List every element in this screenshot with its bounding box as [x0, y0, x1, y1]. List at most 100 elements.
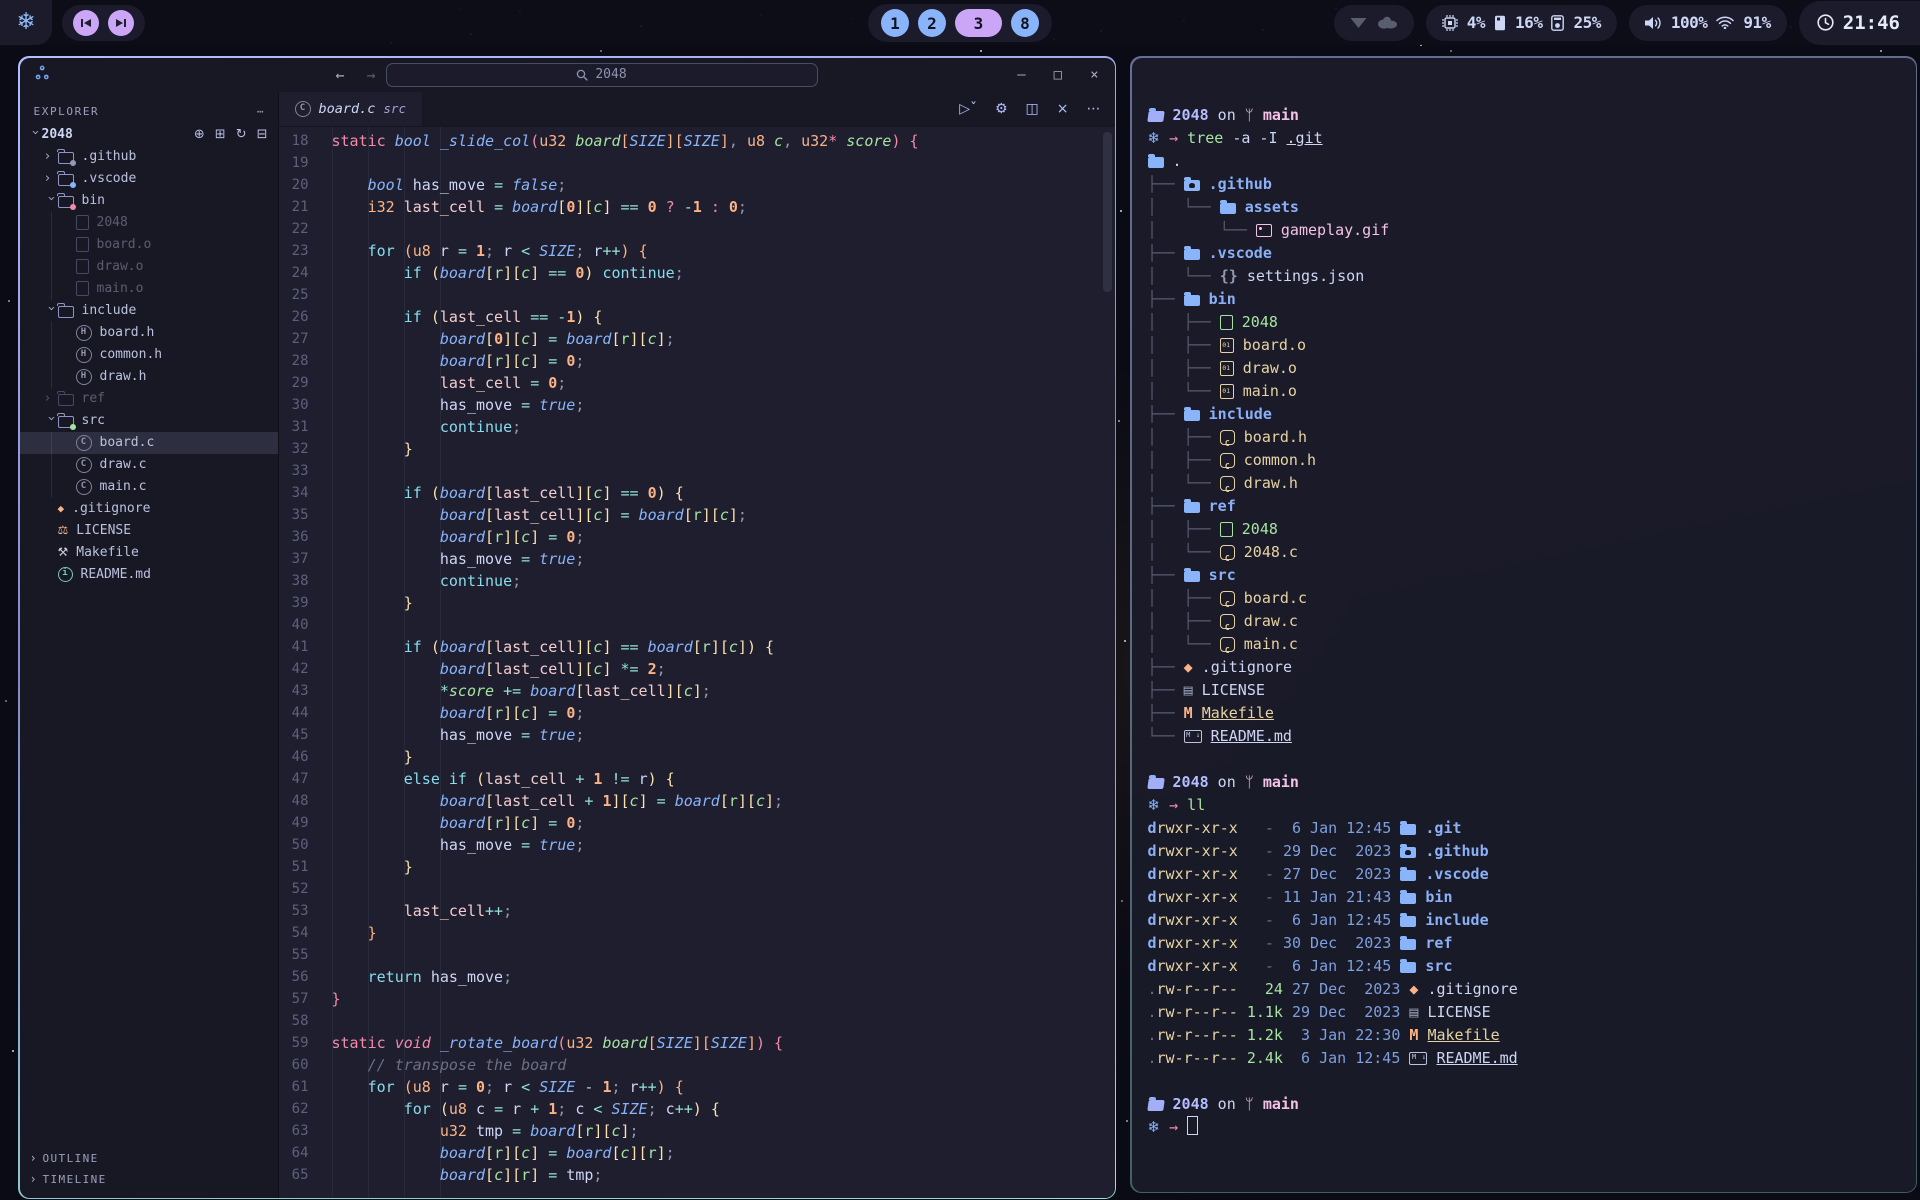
vscode-titlebar[interactable]: ஃ ← → 2048 – □ × — [20, 58, 1115, 92]
code-line-41[interactable]: 41 if (board[last_cell][c] == board[r][c… — [279, 636, 1115, 658]
code-line-25[interactable]: 25 — [279, 284, 1115, 306]
code-line-57[interactable]: 57} — [279, 988, 1115, 1010]
tree-item-2048[interactable]: ›2048⊕⊞↻⊟ — [20, 124, 278, 146]
media-next-button[interactable] — [108, 10, 134, 36]
tree-item-main.o[interactable]: main.o — [20, 278, 278, 300]
code-line-28[interactable]: 28 board[r][c] = 0; — [279, 350, 1115, 372]
code-line-62[interactable]: 62 for (u8 c = r + 1; c < SIZE; c++) { — [279, 1098, 1115, 1120]
code-line-29[interactable]: 29 last_cell = 0; — [279, 372, 1115, 394]
code-line-63[interactable]: 63 u32 tmp = board[r][c]; — [279, 1120, 1115, 1142]
code-line-59[interactable]: 59static void _rotate_board(u32 board[SI… — [279, 1032, 1115, 1054]
tree-item-draw.h[interactable]: draw.h — [20, 366, 278, 388]
resource-stats-module[interactable]: 4% 16% 25% — [1426, 5, 1617, 41]
code-line-58[interactable]: 58 — [279, 1010, 1115, 1032]
code-line-19[interactable]: 19 — [279, 152, 1115, 174]
settings-gear-icon[interactable]: ⚙ — [995, 101, 1008, 117]
code-line-54[interactable]: 54 } — [279, 922, 1115, 944]
code-line-49[interactable]: 49 board[r][c] = 0; — [279, 812, 1115, 834]
close-window-button[interactable]: × — [1090, 67, 1098, 83]
code-line-35[interactable]: 35 board[last_cell][c] = board[r][c]; — [279, 504, 1115, 526]
tree-item-draw.o[interactable]: draw.o — [20, 256, 278, 278]
code-line-48[interactable]: 48 board[last_cell + 1][c] = board[r][c]… — [279, 790, 1115, 812]
tree-item-LICENSE[interactable]: LICENSE — [20, 520, 278, 542]
more-actions-icon[interactable]: ⋯ — [1087, 101, 1101, 117]
tree-item-board.c[interactable]: board.c — [20, 432, 278, 454]
tab-board-c[interactable]: board.c src — [279, 92, 422, 126]
media-previous-button[interactable] — [73, 10, 99, 36]
code-line-56[interactable]: 56 return has_move; — [279, 966, 1115, 988]
close-editor-icon[interactable]: × — [1057, 101, 1069, 117]
code-line-22[interactable]: 22 — [279, 218, 1115, 240]
collapse-folders-button[interactable]: ⊟ — [257, 127, 268, 142]
tree-item-.github[interactable]: ›.github — [20, 146, 278, 168]
code-line-55[interactable]: 55 — [279, 944, 1115, 966]
code-line-34[interactable]: 34 if (board[last_cell][c] == 0) { — [279, 482, 1115, 504]
workspace-1[interactable]: 1 — [881, 9, 909, 37]
audio-network-module[interactable]: 100% 91% — [1629, 5, 1787, 41]
tree-item-board.o[interactable]: board.o — [20, 234, 278, 256]
code-line-20[interactable]: 20 bool has_move = false; — [279, 174, 1115, 196]
nixos-logo-button[interactable]: ❄ — [0, 0, 52, 45]
code-line-24[interactable]: 24 if (board[r][c] == 0) continue; — [279, 262, 1115, 284]
code-line-36[interactable]: 36 board[r][c] = 0; — [279, 526, 1115, 548]
code-line-64[interactable]: 64 board[r][c] = board[c][r]; — [279, 1142, 1115, 1164]
new-folder-button[interactable]: ⊞ — [215, 127, 226, 142]
explorer-more-actions-icon[interactable]: ⋯ — [257, 105, 264, 118]
refresh-explorer-button[interactable]: ↻ — [236, 127, 247, 142]
workspace-3[interactable]: 3 — [955, 9, 1002, 37]
navigate-back-button[interactable]: ← — [336, 66, 345, 84]
editor-scrollbar[interactable] — [1103, 132, 1112, 292]
tree-item-board.h[interactable]: board.h — [20, 322, 278, 344]
tree-item-include[interactable]: ›include — [20, 300, 278, 322]
code-line-53[interactable]: 53 last_cell++; — [279, 900, 1115, 922]
workspace-8[interactable]: 8 — [1011, 9, 1039, 37]
code-area[interactable]: 18static bool _slide_col(u32 board[SIZE]… — [279, 127, 1115, 1198]
tree-item-src[interactable]: ›src — [20, 410, 278, 432]
new-file-button[interactable]: ⊕ — [194, 127, 205, 142]
tree-item-draw.c[interactable]: draw.c — [20, 454, 278, 476]
code-line-46[interactable]: 46 } — [279, 746, 1115, 768]
code-line-50[interactable]: 50 has_move = true; — [279, 834, 1115, 856]
code-line-40[interactable]: 40 — [279, 614, 1115, 636]
outline-panel-header[interactable]: ›OUTLINE — [20, 1148, 278, 1169]
workspace-2[interactable]: 2 — [918, 9, 946, 37]
split-editor-icon[interactable]: ◫ — [1026, 101, 1039, 117]
maximize-button[interactable]: □ — [1054, 67, 1062, 83]
terminal-output[interactable]: 2048 on ᛘ main❄ → tree -a -I .git .├── .… — [1132, 58, 1916, 1139]
navigate-forward-button[interactable]: → — [367, 66, 376, 84]
tree-item-.gitignore[interactable]: .gitignore — [20, 498, 278, 520]
code-line-44[interactable]: 44 board[r][c] = 0; — [279, 702, 1115, 724]
code-line-23[interactable]: 23 for (u8 r = 1; r < SIZE; r++) { — [279, 240, 1115, 262]
code-line-39[interactable]: 39 } — [279, 592, 1115, 614]
code-line-61[interactable]: 61 for (u8 r = 0; r < SIZE - 1; r++) { — [279, 1076, 1115, 1098]
code-line-26[interactable]: 26 if (last_cell == -1) { — [279, 306, 1115, 328]
code-line-42[interactable]: 42 board[last_cell][c] *= 2; — [279, 658, 1115, 680]
code-line-47[interactable]: 47 else if (last_cell + 1 != r) { — [279, 768, 1115, 790]
network-cloud-module[interactable] — [1334, 5, 1414, 41]
code-line-45[interactable]: 45 has_move = true; — [279, 724, 1115, 746]
code-line-30[interactable]: 30 has_move = true; — [279, 394, 1115, 416]
code-line-51[interactable]: 51 } — [279, 856, 1115, 878]
code-line-52[interactable]: 52 — [279, 878, 1115, 900]
code-line-21[interactable]: 21 i32 last_cell = board[0][c] == 0 ? -1… — [279, 196, 1115, 218]
timeline-panel-header[interactable]: ›TIMELINE — [20, 1169, 278, 1190]
code-line-18[interactable]: 18static bool _slide_col(u32 board[SIZE]… — [279, 130, 1115, 152]
tree-item-README.md[interactable]: README.md — [20, 564, 278, 586]
code-line-60[interactable]: 60 // transpose the board — [279, 1054, 1115, 1076]
tree-item-2048[interactable]: 2048 — [20, 212, 278, 234]
code-line-33[interactable]: 33 — [279, 460, 1115, 482]
minimize-button[interactable]: – — [1017, 67, 1025, 83]
code-line-37[interactable]: 37 has_move = true; — [279, 548, 1115, 570]
tree-item-ref[interactable]: ›ref — [20, 388, 278, 410]
code-line-27[interactable]: 27 board[0][c] = board[r][c]; — [279, 328, 1115, 350]
tree-item-main.c[interactable]: main.c — [20, 476, 278, 498]
tree-item-Makefile[interactable]: Makefile — [20, 542, 278, 564]
code-line-38[interactable]: 38 continue; — [279, 570, 1115, 592]
run-button[interactable]: ▷ˇ — [959, 101, 977, 117]
code-line-43[interactable]: 43 *score += board[last_cell][c]; — [279, 680, 1115, 702]
code-line-31[interactable]: 31 continue; — [279, 416, 1115, 438]
tree-item-common.h[interactable]: common.h — [20, 344, 278, 366]
tree-item-bin[interactable]: ›bin — [20, 190, 278, 212]
tree-item-.vscode[interactable]: ›.vscode — [20, 168, 278, 190]
code-line-32[interactable]: 32 } — [279, 438, 1115, 460]
